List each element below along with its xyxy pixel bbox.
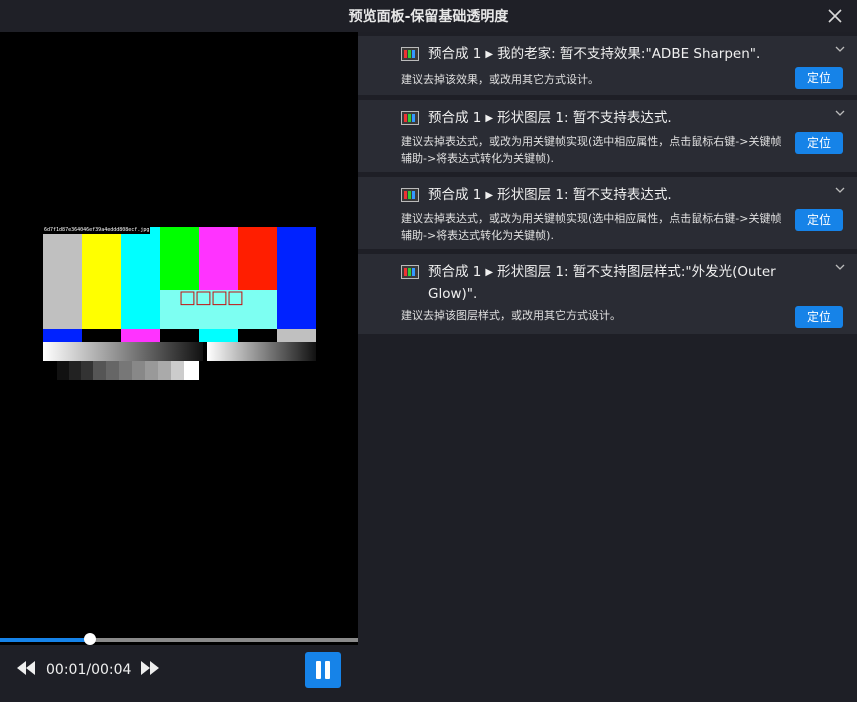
warning-suggestion: 建议去掉该效果，或改用其它方式设计。 xyxy=(401,73,599,86)
breadcrumb-arrow-icon: ▶ xyxy=(485,113,494,124)
warning-card: 预合成 1 ▶ 形状图层 1: 暂不支持图层样式:"外发光(Outer Glow)"… xyxy=(358,254,857,334)
next-frame-icon[interactable] xyxy=(141,661,159,675)
timecode: 00:01/00:04 xyxy=(46,662,132,678)
chevron-down-icon[interactable] xyxy=(835,264,845,270)
locate-button[interactable]: 定位 xyxy=(795,67,843,89)
warning-suggestion: 建议去掉表达式，或改为用关键帧实现(选中相应属性，点击鼠标右键->关键帧辅助->… xyxy=(401,212,782,242)
breadcrumb-arrow-icon: ▶ xyxy=(485,267,494,278)
window-title: 预览面板-保留基础透明度 xyxy=(348,9,509,25)
locate-button[interactable]: 定位 xyxy=(795,132,843,154)
pause-icon-bar xyxy=(316,661,321,679)
comp-name: 预合成 1 xyxy=(428,187,482,203)
warning-card: 预合成 1 ▶ 形状图层 1: 暂不支持表达式. 建议去掉表达式，或改为用关键帧实现… xyxy=(358,100,857,172)
preview-image xyxy=(43,227,316,380)
chevron-down-icon[interactable] xyxy=(835,110,845,116)
warning-message: 我的老家: 暂不支持效果:"ADBE Sharpen". xyxy=(497,46,761,62)
breadcrumb-arrow-icon: ▶ xyxy=(485,49,494,60)
image-filename-label: 6d7f1d87e364046ef39a4eddd808ecf.jpg xyxy=(43,227,151,234)
composition-icon xyxy=(401,188,419,202)
previous-frame-icon[interactable] xyxy=(17,661,35,675)
missing-glyph-text: □□□□ xyxy=(179,287,244,308)
title-bar: 预览面板-保留基础透明度 xyxy=(0,0,857,32)
progress-fill xyxy=(0,638,90,642)
warnings-panel: 预合成 1 ▶ 我的老家: 暂不支持效果:"ADBE Sharpen". 建议去掉该… xyxy=(358,32,857,702)
progress-handle[interactable] xyxy=(83,633,96,645)
progress-bar[interactable] xyxy=(0,633,358,645)
locate-button[interactable]: 定位 xyxy=(795,306,843,328)
comp-name: 预合成 1 xyxy=(428,110,482,126)
composition-icon xyxy=(401,265,419,279)
warning-message: 形状图层 1: 暂不支持表达式. xyxy=(497,110,672,126)
warning-message: 形状图层 1: 暂不支持表达式. xyxy=(497,187,672,203)
chevron-down-icon[interactable] xyxy=(835,46,845,52)
warning-card: 预合成 1 ▶ 形状图层 1: 暂不支持表达式. 建议去掉表达式，或改为用关键帧实现… xyxy=(358,177,857,249)
comp-name: 预合成 1 xyxy=(428,46,482,62)
pause-button[interactable] xyxy=(305,652,341,688)
composition-icon xyxy=(401,111,419,125)
chevron-down-icon[interactable] xyxy=(835,187,845,193)
locate-button[interactable]: 定位 xyxy=(795,209,843,231)
warning-suggestion: 建议去掉表达式，或改为用关键帧实现(选中相应属性，点击鼠标右键->关键帧辅助->… xyxy=(401,135,782,165)
warning-suggestion: 建议去掉该图层样式，或改用其它方式设计。 xyxy=(401,309,621,322)
breadcrumb-arrow-icon: ▶ xyxy=(485,190,494,201)
close-icon[interactable] xyxy=(827,8,843,24)
composition-icon xyxy=(401,47,419,61)
warning-card: 预合成 1 ▶ 我的老家: 暂不支持效果:"ADBE Sharpen". 建议去掉该… xyxy=(358,36,857,95)
pause-icon-bar xyxy=(325,661,330,679)
comp-name: 预合成 1 xyxy=(428,264,482,280)
playback-controls: 00:01/00:04 xyxy=(0,645,358,702)
